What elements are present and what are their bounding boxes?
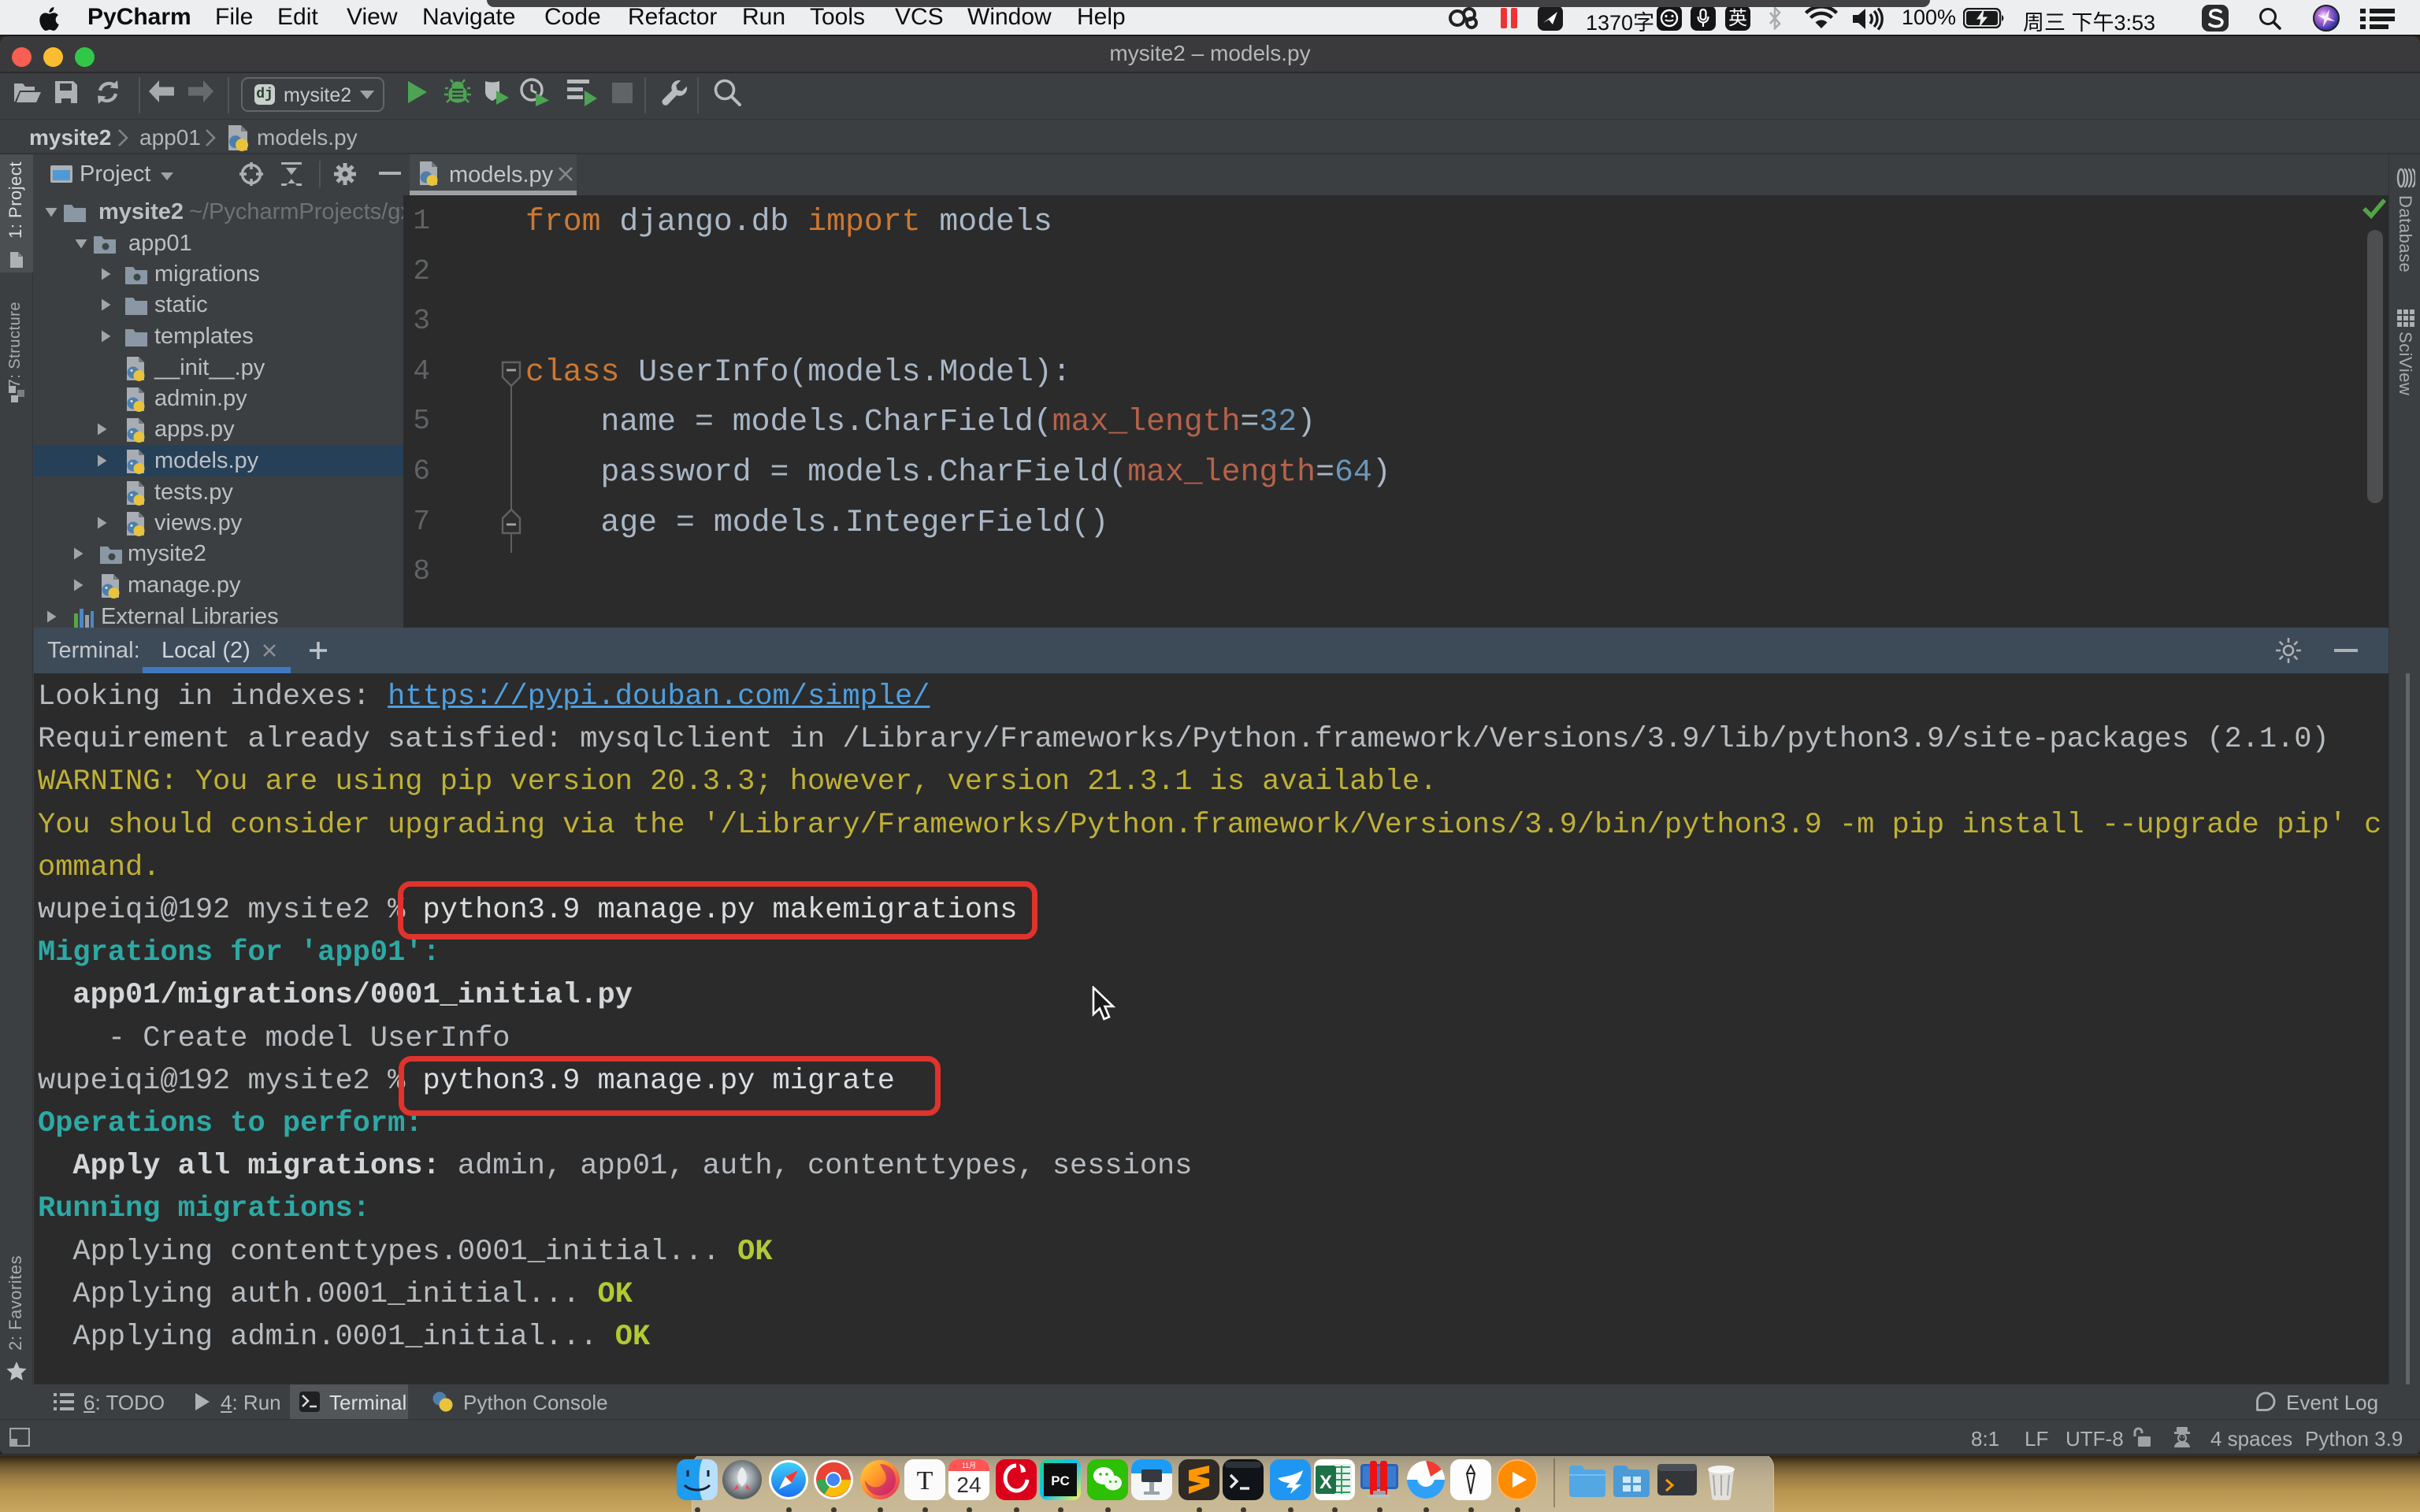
svg-text:PC: PC: [1051, 1473, 1070, 1488]
svg-text:24: 24: [956, 1473, 981, 1497]
svg-text:11月: 11月: [962, 1462, 976, 1469]
svg-text:T: T: [917, 1466, 933, 1495]
svg-text:X: X: [1319, 1472, 1332, 1493]
